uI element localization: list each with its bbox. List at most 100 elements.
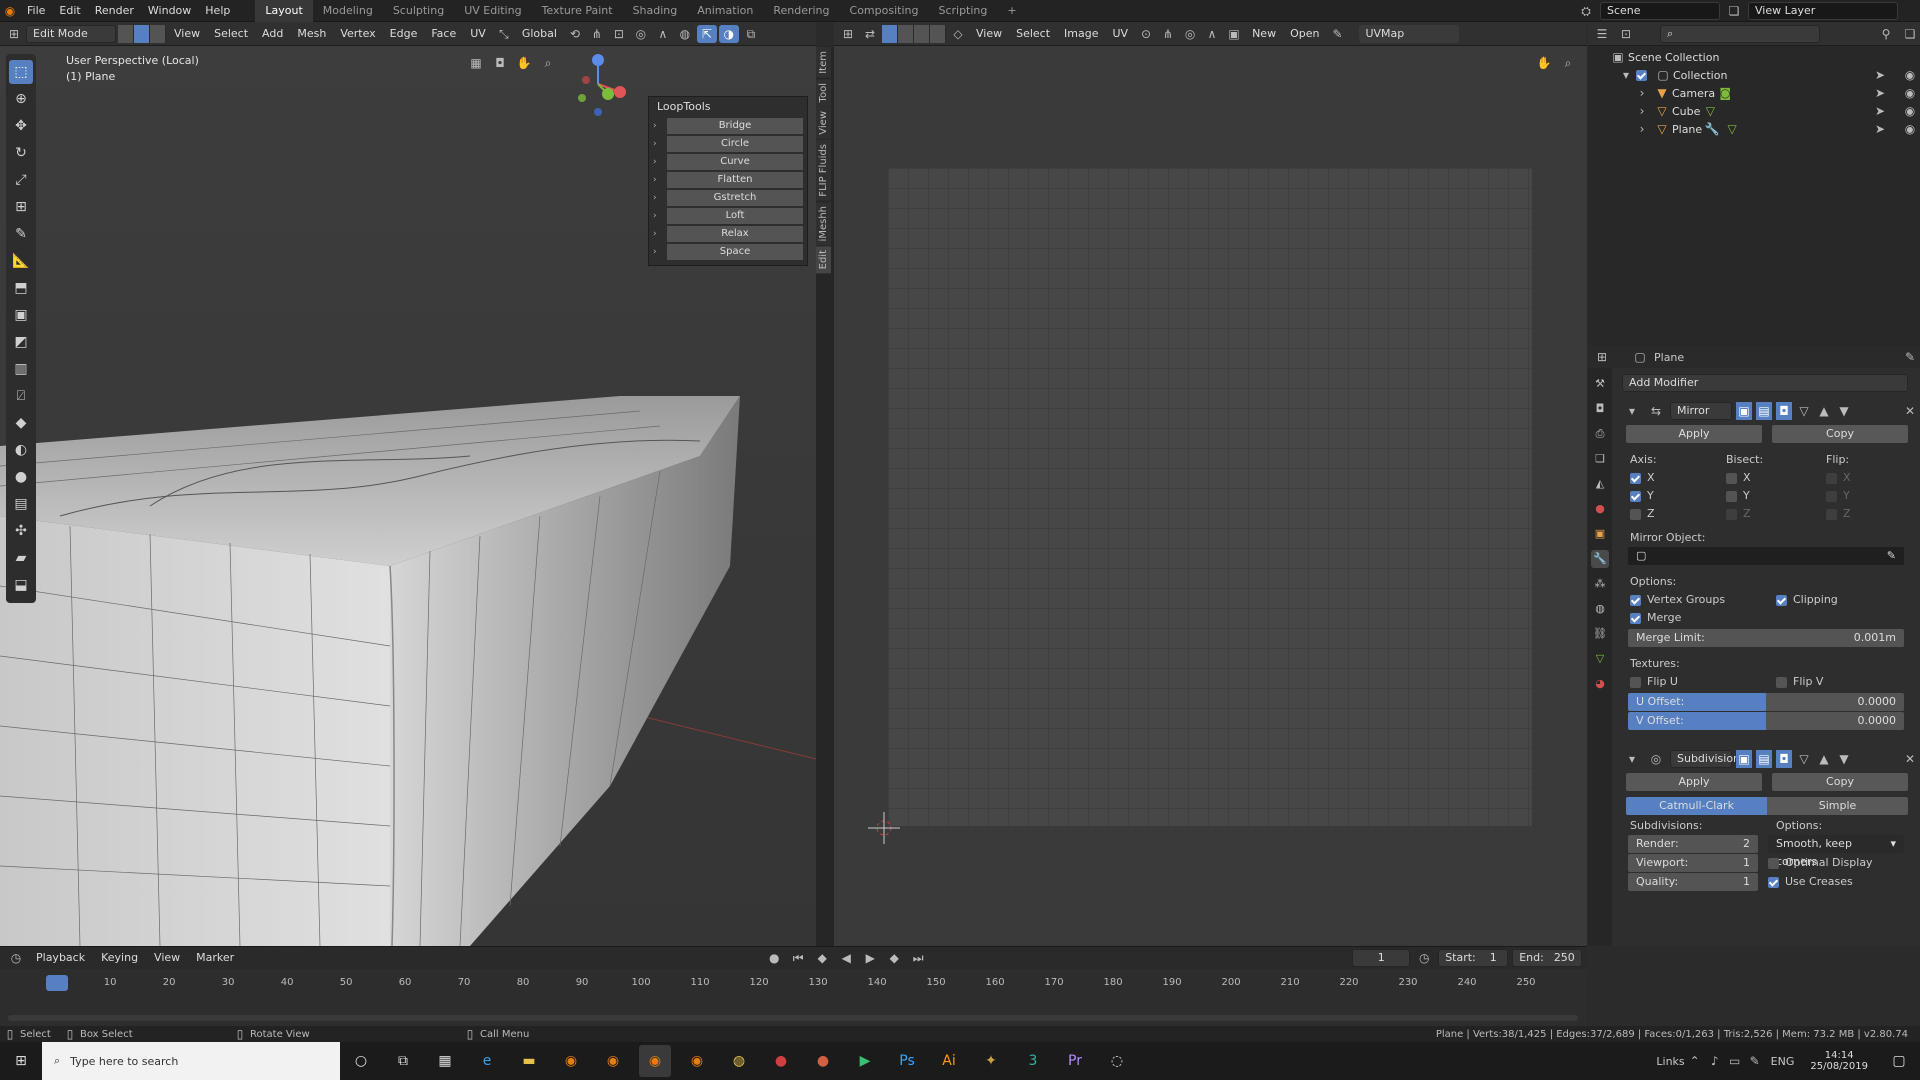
move-up-icon[interactable]: ▲: [1816, 750, 1832, 768]
taskbar-links[interactable]: Links: [1656, 1055, 1684, 1068]
data-properties-icon[interactable]: ▽: [1591, 650, 1609, 668]
use-creases-toggle[interactable]: Use Creases: [1768, 873, 1853, 891]
clipping-toggle[interactable]: Clipping: [1776, 591, 1838, 609]
bisect-y-checkbox[interactable]: [1726, 490, 1737, 502]
flip-z-toggle[interactable]: Z: [1826, 505, 1851, 523]
uv-editor-viewport[interactable]: ✋ ⌕: [834, 46, 1587, 946]
flip-u-toggle[interactable]: Flip U: [1630, 673, 1776, 691]
windows-start-icon[interactable]: ⊞: [5, 1045, 37, 1077]
add-modifier-dropdown[interactable]: Add Modifier: [1622, 374, 1908, 392]
chevron-down-icon[interactable]: ▾: [1622, 750, 1642, 768]
new-collection-icon[interactable]: ❏: [1900, 25, 1920, 43]
edge-slide-tool-icon[interactable]: ▤: [9, 492, 33, 516]
volume-icon[interactable]: ♪: [1705, 1052, 1725, 1070]
chevron-right-icon[interactable]: ›: [653, 229, 667, 239]
pivot-icon[interactable]: ⟲: [565, 25, 585, 43]
uv-edge-mode-icon[interactable]: [898, 24, 914, 43]
bisect-x-checkbox[interactable]: [1726, 472, 1737, 484]
chevron-down-icon[interactable]: ▾: [1622, 402, 1642, 420]
blender-app-icon-active[interactable]: ◉: [639, 1045, 671, 1077]
looptools-loft-button[interactable]: Loft: [667, 208, 803, 224]
tab-view[interactable]: View: [816, 107, 831, 139]
workspace-tab-scripting[interactable]: Scripting: [928, 0, 997, 22]
subdivision-copy-button[interactable]: Copy: [1772, 773, 1908, 791]
merge-limit-field[interactable]: Merge Limit: 0.001m: [1628, 629, 1904, 647]
select-box-tool-icon[interactable]: ⬚: [9, 60, 33, 84]
file-explorer-icon[interactable]: ▬: [513, 1045, 545, 1077]
task-view-icon[interactable]: ⧉: [387, 1045, 419, 1077]
poly-build-tool-icon[interactable]: ◆: [9, 411, 33, 435]
network-icon[interactable]: ▭: [1725, 1052, 1745, 1070]
taskbar-clock[interactable]: 14:14 25/08/2019: [1810, 1050, 1868, 1072]
new-image-button[interactable]: New: [1246, 25, 1282, 43]
world-properties-icon[interactable]: ●: [1591, 500, 1609, 518]
proportional-edit-icon[interactable]: ◎: [631, 25, 651, 43]
scene-collection-row[interactable]: ▣ Scene Collection: [1588, 48, 1920, 66]
select-arrow-icon[interactable]: ➤: [1870, 84, 1890, 102]
blender-app-icon-2[interactable]: ◉: [597, 1045, 629, 1077]
flip-x-checkbox[interactable]: [1826, 472, 1837, 484]
menu-mesh[interactable]: Mesh: [291, 25, 332, 43]
menu-edit[interactable]: Edit: [52, 0, 87, 22]
properties-editor-type-icon[interactable]: ⊞: [1592, 348, 1612, 366]
flip-x-toggle[interactable]: X: [1826, 469, 1851, 487]
viewport-3d[interactable]: User Perspective (Local) (1) Plane ⬚ ⊕ ✥…: [0, 46, 816, 946]
tab-tool[interactable]: Tool: [816, 78, 831, 107]
view-layer-field[interactable]: View Layer: [1748, 2, 1898, 20]
eye-icon[interactable]: ◉: [1900, 66, 1920, 84]
chevron-right-icon[interactable]: ›: [653, 211, 667, 221]
select-mode-group[interactable]: [118, 24, 166, 43]
tab-imeshh[interactable]: iMeshh: [816, 201, 831, 246]
outliner-item-camera[interactable]: › ▼ Camera ◙ ➤ ◉: [1588, 84, 1920, 102]
uv-face-mode-icon[interactable]: [914, 24, 930, 43]
flip-v-toggle[interactable]: Flip V: [1776, 673, 1823, 691]
cursor-tool-icon[interactable]: ⊕: [9, 87, 33, 111]
language-indicator[interactable]: ENG: [1771, 1055, 1795, 1068]
select-arrow-icon[interactable]: ➤: [1870, 120, 1890, 138]
cage-toggle-icon[interactable]: ▽: [1796, 750, 1812, 768]
remove-modifier-icon[interactable]: ✕: [1902, 750, 1918, 768]
cortana-icon[interactable]: ○: [345, 1045, 377, 1077]
notifications-icon[interactable]: ▢: [1883, 1045, 1915, 1077]
vertex-mode-icon[interactable]: [118, 24, 134, 43]
select-arrow-icon[interactable]: ➤: [1870, 66, 1890, 84]
uv-select-mode-group[interactable]: [882, 24, 946, 43]
add-workspace-button[interactable]: +: [997, 0, 1026, 22]
uv-editor-type-icon[interactable]: ⊞: [838, 25, 858, 43]
calculator-icon[interactable]: ▦: [429, 1045, 461, 1077]
menu-vertex[interactable]: Vertex: [334, 25, 381, 43]
uv-island-mode-icon[interactable]: [930, 24, 946, 43]
transform-tool-icon[interactable]: ⊞: [9, 195, 33, 219]
physics-properties-icon[interactable]: ◍: [1591, 600, 1609, 618]
uv-pan-hand-icon[interactable]: ✋: [1534, 54, 1554, 72]
pin-icon[interactable]: ✎: [1327, 25, 1347, 43]
particles-properties-icon[interactable]: ⁂: [1591, 575, 1609, 593]
uv-sticky-icon[interactable]: ◇: [948, 25, 968, 43]
blender-app-icon[interactable]: ◉: [555, 1045, 587, 1077]
transform-orientation-selector[interactable]: Global: [516, 25, 563, 43]
uvmap-selector[interactable]: UVMap: [1359, 24, 1460, 43]
uv-menu-uv[interactable]: UV: [1107, 25, 1135, 43]
chevron-right-icon[interactable]: ›: [653, 175, 667, 185]
render-properties-icon[interactable]: ◘: [1591, 400, 1609, 418]
uv-menu-image[interactable]: Image: [1058, 25, 1104, 43]
app-red-icon-2[interactable]: ●: [807, 1045, 839, 1077]
taskbar-search-box[interactable]: ⌕ Type here to search: [42, 1042, 340, 1080]
tray-chevron-icon[interactable]: ⌃: [1685, 1052, 1705, 1070]
workspace-tab-modeling[interactable]: Modeling: [313, 0, 383, 22]
scene-field[interactable]: Scene: [1600, 2, 1720, 20]
looptools-bridge-button[interactable]: Bridge: [667, 118, 803, 134]
mirror-name-field[interactable]: Mirror: [1670, 402, 1732, 420]
vertex-groups-toggle[interactable]: Vertex Groups: [1630, 591, 1776, 609]
workspace-tab-shading[interactable]: Shading: [623, 0, 688, 22]
eye-icon[interactable]: ◉: [1900, 102, 1920, 120]
tool-properties-icon[interactable]: ⚒: [1591, 375, 1609, 393]
catmull-clark-button[interactable]: Catmull-Clark: [1626, 797, 1767, 815]
collection-include-checkbox[interactable]: [1636, 69, 1647, 81]
inset-tool-icon[interactable]: ▣: [9, 303, 33, 327]
xray-icon[interactable]: ⧉: [741, 25, 761, 43]
uv-menu-select[interactable]: Select: [1010, 25, 1056, 43]
outliner-item-plane[interactable]: › ▽ Plane 🔧 ▽ ➤ ◉: [1588, 120, 1920, 138]
timeline-scrollbar[interactable]: [8, 1015, 1578, 1021]
falloff-icon[interactable]: ∧: [653, 25, 673, 43]
